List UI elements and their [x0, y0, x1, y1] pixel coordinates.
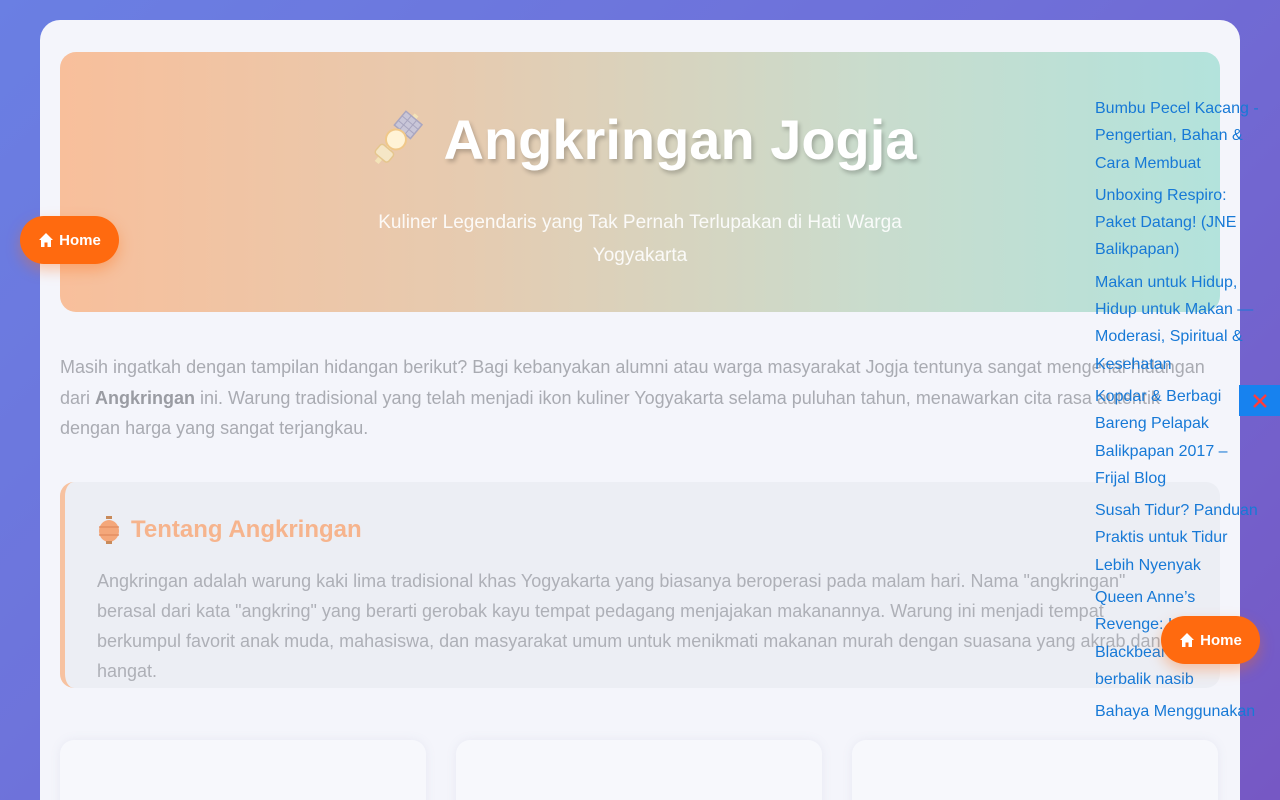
page-title: Angkringan Jogja: [60, 106, 1220, 172]
related-post-link[interactable]: Bumbu Pecel Kacang - Pengertian, Bahan &…: [1095, 95, 1265, 177]
home-button-right[interactable]: Home: [1161, 616, 1260, 664]
intro-bold: Angkringan: [95, 387, 196, 408]
hero-banner: Angkringan Jogja Kuliner Legendaris yang…: [60, 52, 1220, 312]
page-title-text: Angkringan Jogja: [443, 107, 917, 171]
home-button-label: Home: [59, 231, 101, 249]
lantern-icon: [99, 516, 119, 544]
home-icon: [39, 233, 54, 247]
about-heading: Tentang Angkringan: [97, 516, 362, 544]
close-icon: [1252, 393, 1267, 408]
close-button[interactable]: [1239, 385, 1280, 416]
related-post-link[interactable]: Susah Tidur? Panduan Praktis untuk Tidur…: [1095, 497, 1265, 579]
home-button-label: Home: [1200, 631, 1242, 649]
intro-paragraph: Masih ingatkah dengan tampilan hidangan …: [60, 352, 1220, 444]
about-paragraph: Angkringan adalah warung kaki lima tradi…: [97, 571, 1161, 681]
main-card: Angkringan Jogja Kuliner Legendaris yang…: [40, 20, 1240, 800]
related-post-link[interactable]: Unboxing Respiro: Paket Datang! (JNE Bal…: [1095, 182, 1265, 264]
about-heading-text: Tentang Angkringan: [131, 516, 362, 543]
home-button-left[interactable]: Home: [20, 216, 119, 264]
home-icon: [1180, 633, 1195, 647]
about-section: Tentang Angkringan Angkringan adalah war…: [60, 482, 1220, 688]
feature-card-2: [456, 740, 822, 800]
feature-card-1: [60, 740, 426, 800]
related-post-link[interactable]: Bahaya Menggunakan: [1095, 698, 1265, 725]
related-post-link[interactable]: Makan untuk Hidup, Hidup untuk Makan — M…: [1095, 269, 1265, 378]
intro-text-end: ini. Warung tradisional yang telah menja…: [60, 387, 1160, 439]
skewer-icon: [374, 110, 423, 165]
feature-card-3: [852, 740, 1218, 800]
page-subtitle: Kuliner Legendaris yang Tak Pernah Terlu…: [378, 212, 902, 266]
